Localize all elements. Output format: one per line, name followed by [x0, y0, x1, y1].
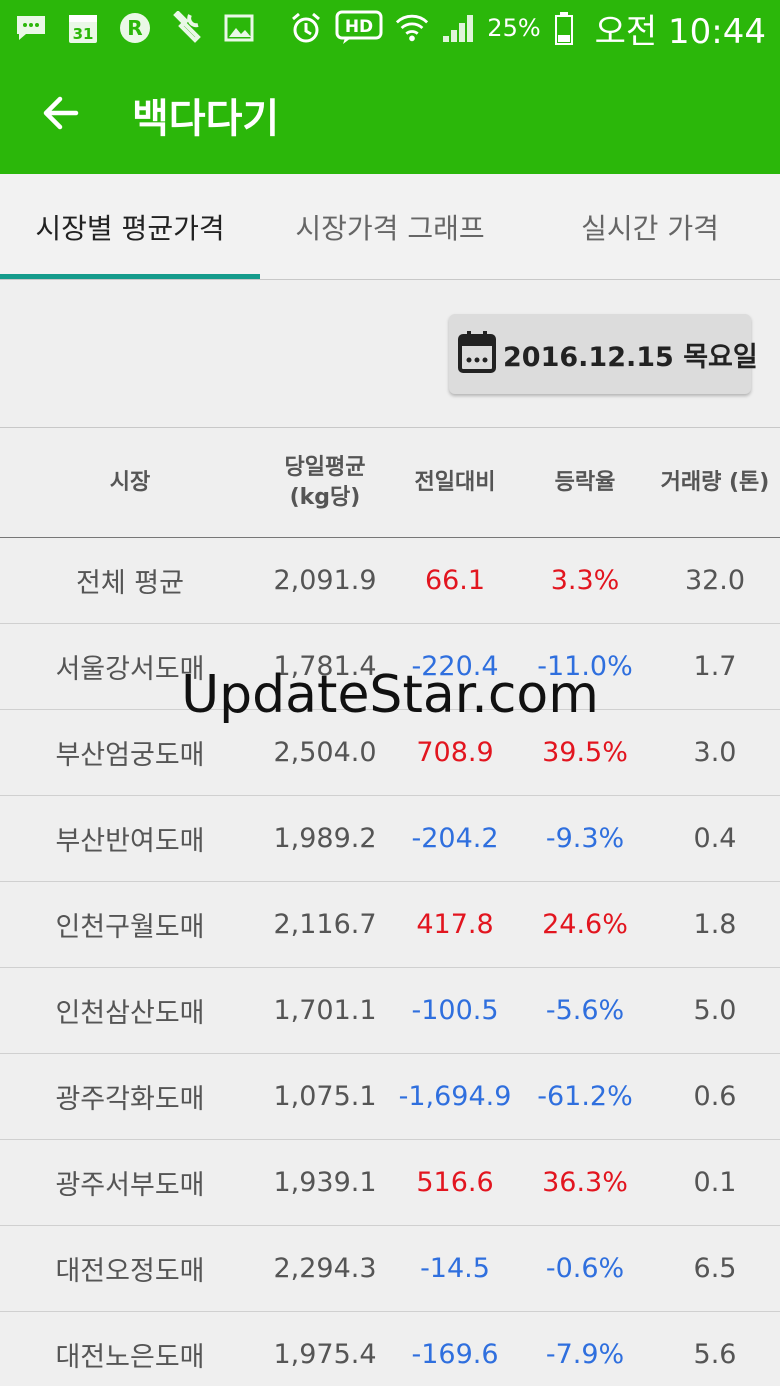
cell-volume: 1.8 [693, 909, 737, 940]
date-picker-button[interactable]: 2016.12.15 목요일 [449, 314, 758, 394]
cell-market: 인천구월도매 [55, 912, 205, 943]
cell-market: 대전노은도매 [55, 1342, 205, 1373]
alarm-icon [289, 11, 323, 45]
svg-text:HD: HD [345, 17, 373, 37]
cell-change: -14.5 [420, 1253, 490, 1284]
cell-rate: 39.5% [542, 737, 628, 768]
tab-bar: 시장별 평균가격 시장가격 그래프 실시간 가격 [0, 174, 780, 280]
header-market: 시장 [109, 469, 151, 495]
table-row[interactable]: 대전오정도매 2,294.3 -14.5 -0.6% 6.5 [0, 1226, 780, 1312]
battery-icon [553, 11, 575, 45]
cell-change: -220.4 [411, 651, 499, 682]
cell-change: -1,694.9 [398, 1081, 512, 1112]
cell-change: -169.6 [411, 1339, 499, 1370]
cell-rate: -5.6% [545, 995, 625, 1026]
cell-average: 1,975.4 [273, 1339, 377, 1370]
signal-icon [441, 11, 475, 45]
svg-text:31: 31 [73, 25, 94, 43]
arrow-left-icon [40, 93, 80, 137]
tab-realtime-price[interactable]: 실시간 가격 [520, 174, 780, 279]
status-clock: 오전 10:44 [594, 11, 766, 52]
table-header: 시장 당일평균 (kg당) 전일대비 등락율 거래량 (톤) [0, 428, 780, 538]
cell-rate: 24.6% [542, 909, 628, 940]
cell-average: 2,091.9 [273, 565, 377, 596]
cell-average: 1,701.1 [273, 995, 377, 1026]
cell-market: 인천삼산도매 [55, 998, 205, 1029]
cell-rate: 3.3% [550, 565, 620, 596]
cell-volume: 32.0 [684, 565, 746, 596]
cell-volume: 5.0 [693, 995, 737, 1026]
table-row[interactable]: 전체 평균 2,091.9 66.1 3.3% 32.0 [0, 538, 780, 624]
tab-market-graph[interactable]: 시장가격 그래프 [260, 174, 520, 279]
cell-average: 1,781.4 [273, 651, 377, 682]
table-row[interactable]: 광주서부도매 1,939.1 516.6 36.3% 0.1 [0, 1140, 780, 1226]
price-table: 시장 당일평균 (kg당) 전일대비 등락율 거래량 (톤) 전체 평균 2,09… [0, 428, 780, 1386]
cell-average: 1,939.1 [273, 1167, 377, 1198]
cell-change: 708.9 [416, 737, 494, 768]
status-bar: 31 R HD 25% 오전 10:44 [0, 0, 780, 56]
back-button[interactable] [0, 56, 120, 174]
cell-volume: 6.5 [693, 1253, 737, 1284]
header-daily-average: 당일평균 (kg당) [284, 454, 366, 510]
cell-market: 서울강서도매 [55, 654, 205, 685]
table-row[interactable]: 광주각화도매 1,075.1 -1,694.9 -61.2% 0.6 [0, 1054, 780, 1140]
table-row[interactable]: 대전노은도매 1,975.4 -169.6 -7.9% 5.6 [0, 1312, 780, 1386]
table-row[interactable]: 서울강서도매 1,781.4 -220.4 -11.0% 1.7 [0, 624, 780, 710]
app-bar: 백다다기 [0, 56, 780, 174]
page-title: 백다다기 [132, 96, 280, 142]
cell-market: 대전오정도매 [55, 1256, 205, 1287]
cell-change: 66.1 [424, 565, 486, 596]
cell-rate: -11.0% [537, 651, 633, 682]
header-change: 전일대비 [414, 469, 496, 495]
cell-market: 부산엄궁도매 [55, 740, 205, 771]
cell-change: 417.8 [416, 909, 494, 940]
table-row[interactable]: 인천삼산도매 1,701.1 -100.5 -5.6% 5.0 [0, 968, 780, 1054]
calendar-icon: 31 [66, 11, 100, 45]
cell-rate: -0.6% [545, 1253, 625, 1284]
header-rate: 등락율 [554, 469, 616, 495]
cell-average: 1,075.1 [273, 1081, 377, 1112]
cell-average: 2,116.7 [273, 909, 377, 940]
cell-average: 2,504.0 [273, 737, 377, 768]
cell-volume: 0.6 [693, 1081, 737, 1112]
cell-market: 전체 평균 [76, 568, 184, 599]
tab-market-average[interactable]: 시장별 평균가격 [0, 174, 260, 279]
cell-average: 1,989.2 [273, 823, 377, 854]
table-row[interactable]: 부산엄궁도매 2,504.0 708.9 39.5% 3.0 [0, 710, 780, 796]
r-app-icon: R [118, 11, 152, 45]
date-area: 2016.12.15 목요일 [0, 280, 780, 428]
date-label: 2016.12.15 목요일 [503, 341, 758, 373]
cell-volume: 0.4 [693, 823, 737, 854]
calendar-icon [457, 330, 497, 378]
cell-market: 광주서부도매 [55, 1170, 205, 1201]
table-row[interactable]: 부산반여도매 1,989.2 -204.2 -9.3% 0.4 [0, 796, 780, 882]
cell-volume: 0.1 [693, 1167, 737, 1198]
image-icon [222, 11, 256, 45]
cell-change: 516.6 [416, 1167, 494, 1198]
cell-market: 부산반여도매 [55, 826, 205, 857]
cell-rate: -61.2% [537, 1081, 633, 1112]
cell-rate: -9.3% [545, 823, 625, 854]
cell-change: -100.5 [411, 995, 499, 1026]
cell-market: 광주각화도매 [55, 1084, 205, 1115]
header-volume: 거래량 (톤) [660, 469, 770, 495]
cell-average: 2,294.3 [273, 1253, 377, 1284]
hd-voice-icon: HD [335, 10, 383, 45]
cell-rate: -7.9% [545, 1339, 625, 1370]
wifi-icon [395, 11, 429, 45]
cell-volume: 1.7 [693, 651, 737, 682]
battery-percent: 25% [487, 14, 541, 42]
cell-rate: 36.3% [542, 1167, 628, 1198]
cell-volume: 5.6 [693, 1339, 737, 1370]
table-row[interactable]: 인천구월도매 2,116.7 417.8 24.6% 1.8 [0, 882, 780, 968]
cell-volume: 3.0 [693, 737, 737, 768]
wrench-icon [170, 11, 204, 45]
cell-change: -204.2 [411, 823, 499, 854]
message-icon [14, 11, 48, 45]
svg-text:R: R [127, 16, 142, 40]
